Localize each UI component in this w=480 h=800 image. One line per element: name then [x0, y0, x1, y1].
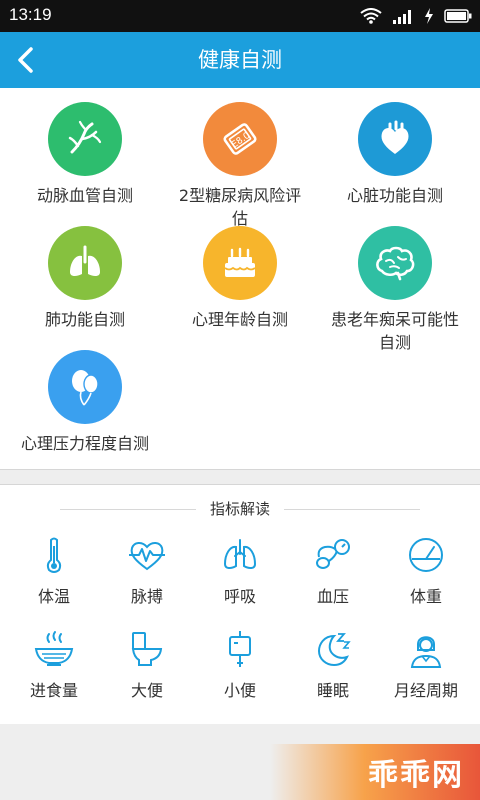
index-label-pulse: 脉搏 — [130, 587, 163, 606]
birthday-cake-icon — [224, 247, 256, 277]
watermark: 乖乖网 — [270, 744, 480, 800]
app-bar: 健康自测 — [0, 32, 480, 88]
brain-icon — [376, 246, 415, 281]
index-item-food-intake[interactable]: 进食量 — [6, 629, 102, 701]
status-time: 13:19 — [9, 5, 52, 24]
svg-text:E8.0: E8.0 — [230, 131, 252, 151]
test-dementia[interactable]: 患老年痴呆可能性自测 — [320, 226, 470, 354]
test-lung-circle — [48, 226, 122, 300]
test-dementia-label: 患老年痴呆可能性自测 — [330, 310, 459, 352]
test-artery[interactable]: 动脉血管自测 — [10, 102, 160, 207]
section-title-text: 指标解读 — [195, 500, 284, 518]
index-item-menstrual[interactable]: 月经周期 — [378, 629, 474, 701]
test-artery-label: 动脉血管自测 — [36, 186, 133, 205]
section-header: 指标解读 — [0, 497, 480, 521]
index-label-menstrual: 月经周期 — [393, 681, 458, 700]
signal-icon — [393, 10, 411, 24]
status-bar: 13:19 — [0, 0, 480, 32]
index-label-blood-pressure: 血压 — [316, 587, 349, 606]
page-title: 健康自测 — [198, 48, 282, 72]
charging-icon — [425, 8, 433, 24]
test-diabetes-label: 2型糖尿病风险评估 — [178, 186, 302, 228]
test-heart-circle — [358, 102, 432, 176]
test-heart[interactable]: 心脏功能自测 — [320, 102, 470, 207]
back-button[interactable] — [4, 38, 48, 82]
index-item-urine[interactable]: 小便 — [192, 629, 288, 701]
food-bowl-icon — [34, 631, 74, 666]
watermark-text: 乖乖网 — [368, 758, 464, 793]
lungs-icon — [70, 245, 100, 277]
chevron-left-icon — [18, 47, 33, 73]
glucose-meter-icon: E8.0 — [223, 123, 257, 155]
test-stress-label: 心理压力程度自测 — [20, 434, 149, 453]
thermometer-icon — [46, 537, 62, 573]
test-lung-label: 肺功能自测 — [44, 310, 125, 329]
index-item-breath[interactable]: 呼吸 — [192, 535, 288, 607]
test-mental-age-label: 心理年龄自测 — [191, 310, 288, 329]
heart-icon — [381, 120, 409, 154]
index-label-temperature: 体温 — [37, 587, 70, 606]
scale-icon — [409, 538, 443, 572]
index-item-temperature[interactable]: 体温 — [6, 535, 102, 607]
test-stress[interactable]: 心理压力程度自测 — [10, 350, 160, 455]
wifi-icon — [360, 8, 382, 24]
index-label-urine: 小便 — [223, 681, 256, 700]
test-mental-age-circle — [203, 226, 277, 300]
status-icons — [360, 7, 472, 25]
test-diabetes[interactable]: E8.0 2型糖尿病风险评估 — [165, 102, 315, 230]
balloons-icon — [72, 370, 99, 406]
index-label-weight: 体重 — [409, 587, 442, 606]
section-title: 指标解读 — [0, 497, 480, 521]
test-artery-circle — [48, 102, 122, 176]
index-item-sleep[interactable]: 睡眠 — [285, 629, 381, 701]
battery-icon — [444, 9, 472, 23]
test-lung[interactable]: 肺功能自测 — [10, 226, 160, 331]
urine-bag-icon — [229, 631, 251, 667]
index-label-stool: 大便 — [130, 681, 163, 700]
index-label-breath: 呼吸 — [223, 587, 256, 606]
index-label-food-intake: 进食量 — [29, 681, 78, 700]
artery-icon — [68, 120, 102, 154]
test-dementia-circle — [358, 226, 432, 300]
moon-sleep-icon — [317, 633, 351, 667]
index-item-stool[interactable]: 大便 — [99, 629, 195, 701]
index-panel: 指标解读 体温 脉搏 呼吸 血压 体重 进食量 大便 小便 睡眠 月经周期 — [0, 484, 480, 724]
self-test-panel: 动脉血管自测 E8.0 2型糖尿病风险评估 心脏功能自测 肺功能自测 心理年龄自… — [0, 88, 480, 470]
woman-icon — [410, 636, 442, 668]
pulse-heart-icon — [129, 542, 165, 571]
test-stress-circle — [48, 350, 122, 424]
test-heart-label: 心脏功能自测 — [346, 186, 443, 205]
blood-pressure-icon — [316, 539, 350, 569]
test-mental-age[interactable]: 心理年龄自测 — [165, 226, 315, 331]
index-label-sleep: 睡眠 — [316, 681, 349, 700]
lungs-icon — [223, 539, 257, 570]
index-item-weight[interactable]: 体重 — [378, 535, 474, 607]
test-diabetes-circle: E8.0 — [203, 102, 277, 176]
index-item-pulse[interactable]: 脉搏 — [99, 535, 195, 607]
toilet-icon — [131, 632, 163, 666]
index-item-blood-pressure[interactable]: 血压 — [285, 535, 381, 607]
